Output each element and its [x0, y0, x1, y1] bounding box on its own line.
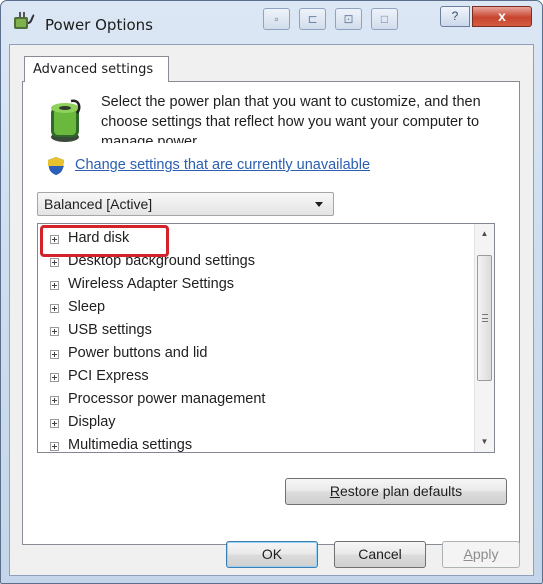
- scrollbar-thumb[interactable]: [477, 255, 492, 381]
- expand-icon[interactable]: [50, 304, 59, 313]
- dialog-client-area: Advanced settings Select the power plan …: [9, 44, 534, 576]
- expand-icon[interactable]: [50, 235, 59, 244]
- restore-label: estore plan defaults: [339, 483, 463, 499]
- thumbnail-ghost-button: ⊏: [299, 8, 326, 30]
- power-plan-value: Balanced [Active]: [44, 196, 153, 212]
- tree-item-label: Sleep: [68, 299, 106, 315]
- tree-item-usb-settings[interactable]: USB settings: [38, 320, 474, 343]
- close-button[interactable]: x: [472, 6, 532, 27]
- advanced-settings-panel: Select the power plan that you want to c…: [22, 81, 520, 545]
- tab-advanced-settings[interactable]: Advanced settings: [24, 56, 169, 82]
- tree-item-label: PCI Express: [68, 368, 149, 384]
- tree-item-label: Power buttons and lid: [68, 345, 208, 361]
- change-settings-link[interactable]: Change settings that are currently unava…: [75, 157, 370, 173]
- cancel-button[interactable]: Cancel: [334, 541, 426, 568]
- chevron-down-icon: [315, 202, 323, 207]
- expand-icon[interactable]: [50, 419, 59, 428]
- tree-item-label: Display: [68, 414, 116, 430]
- tree-item-label: Hard disk: [68, 230, 130, 246]
- power-options-window: Power Options ▫ ⊏ ⊡ □ ? x Advanced setti…: [0, 0, 543, 584]
- ok-button[interactable]: OK: [226, 541, 318, 568]
- tree-item-wireless-adapter[interactable]: Wireless Adapter Settings: [38, 274, 474, 297]
- tree-scrollbar[interactable]: ▲ ▼: [474, 224, 494, 452]
- thumbnail-ghost-button: □: [371, 8, 398, 30]
- scroll-up-arrow-icon[interactable]: ▲: [475, 224, 494, 244]
- expand-icon[interactable]: [50, 327, 59, 336]
- window-title: Power Options: [45, 16, 153, 34]
- tree-item-processor-power[interactable]: Processor power management: [38, 389, 474, 412]
- expand-icon[interactable]: [50, 258, 59, 267]
- tree-item-power-buttons-lid[interactable]: Power buttons and lid: [38, 343, 474, 366]
- apply-mnemonic: A: [463, 546, 473, 562]
- apply-label: pply: [472, 546, 499, 562]
- tree-item-pci-express[interactable]: PCI Express: [38, 366, 474, 389]
- expand-icon[interactable]: [50, 442, 59, 451]
- tree-item-label: Processor power management: [68, 391, 266, 407]
- intro-text: Select the power plan that you want to c…: [101, 94, 481, 143]
- settings-tree[interactable]: Hard disk Desktop background settings Wi…: [37, 223, 495, 453]
- battery-power-icon: [51, 99, 81, 142]
- tree-item-multimedia[interactable]: Multimedia settings: [38, 435, 474, 453]
- tree-item-display[interactable]: Display: [38, 412, 474, 435]
- power-plan-dropdown[interactable]: Balanced [Active]: [37, 192, 334, 216]
- tree-item-sleep[interactable]: Sleep: [38, 297, 474, 320]
- expand-icon[interactable]: [50, 373, 59, 382]
- tree-item-hard-disk[interactable]: Hard disk: [38, 228, 474, 251]
- help-button[interactable]: ?: [440, 6, 470, 27]
- apply-button[interactable]: Apply: [442, 541, 520, 568]
- tree-item-label: Multimedia settings: [68, 437, 193, 453]
- tree-item-desktop-background[interactable]: Desktop background settings: [38, 251, 474, 274]
- tree-item-label: USB settings: [68, 322, 152, 338]
- scroll-down-arrow-icon[interactable]: ▼: [475, 432, 494, 452]
- grip-icon: [482, 314, 488, 322]
- thumbnail-ghost-button: ▫: [263, 8, 290, 30]
- expand-icon[interactable]: [50, 396, 59, 405]
- restore-mnemonic: R: [329, 483, 340, 499]
- thumbnail-ghost-button: ⊡: [335, 8, 362, 30]
- uac-shield-icon: [48, 157, 64, 175]
- restore-plan-defaults-button[interactable]: Restore plan defaults: [285, 478, 507, 505]
- title-bar[interactable]: Power Options ▫ ⊏ ⊡ □ ? x: [1, 1, 542, 45]
- expand-icon[interactable]: [50, 350, 59, 359]
- expand-icon[interactable]: [50, 281, 59, 290]
- tree-item-label: Desktop background settings: [68, 253, 255, 269]
- tree-item-label: Wireless Adapter Settings: [68, 276, 235, 292]
- power-plug-icon: [14, 12, 35, 29]
